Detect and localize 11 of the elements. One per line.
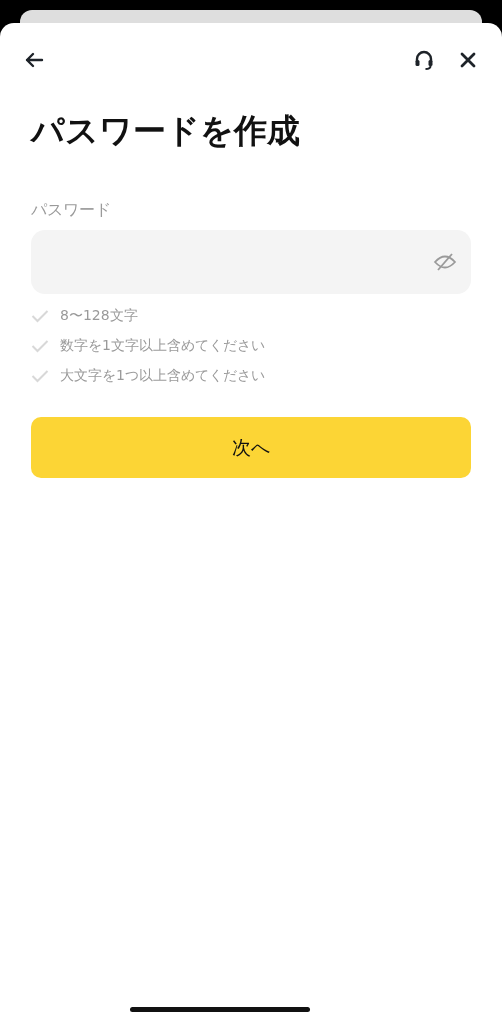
next-button[interactable]: 次へ: [31, 417, 471, 478]
field-label: パスワード: [31, 200, 111, 221]
eye-slash-icon[interactable]: [433, 252, 457, 272]
rule-text: 8〜128文字: [60, 307, 138, 325]
password-field[interactable]: [31, 230, 471, 294]
page-title: パスワードを作成: [31, 110, 301, 152]
close-icon[interactable]: [459, 51, 477, 69]
rule-text: 大文字を1つ以上含めてください: [60, 367, 265, 385]
rule-text: 数字を1文字以上含めてください: [60, 337, 265, 355]
headset-icon[interactable]: [413, 49, 435, 71]
back-arrow-icon[interactable]: [24, 52, 44, 68]
